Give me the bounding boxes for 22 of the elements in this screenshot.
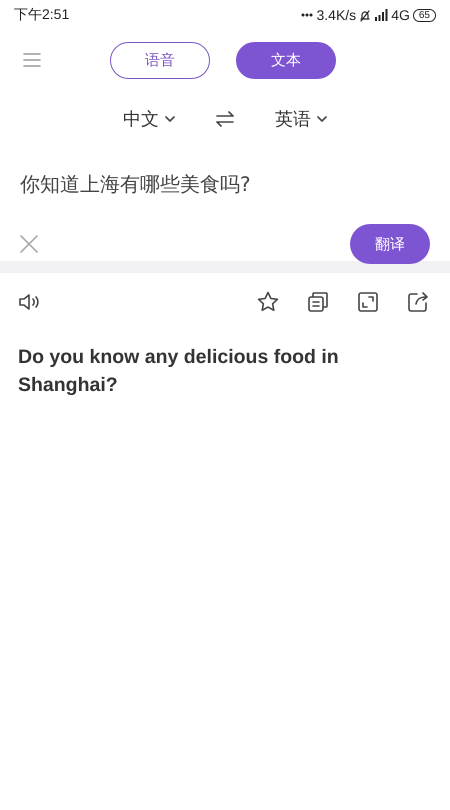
- status-time: 下午2:51: [14, 6, 70, 24]
- dots-icon: [301, 12, 314, 18]
- star-icon[interactable]: [257, 291, 279, 313]
- swap-icon[interactable]: [215, 111, 235, 127]
- source-language-dropdown[interactable]: 中文: [123, 107, 175, 131]
- translation-text: Do you know any delicious food in Shanghai?: [18, 345, 340, 398]
- copy-icon[interactable]: [307, 291, 329, 313]
- share-icon[interactable]: [407, 291, 429, 313]
- signal-icon: [374, 9, 388, 21]
- chevron-icon: [317, 116, 327, 122]
- network-speed: 3.4K/s: [316, 7, 356, 23]
- menu-icon[interactable]: [22, 51, 42, 69]
- mode-tab[interactable]: 语音: [110, 42, 210, 78]
- source-text-field[interactable]: 你知道上海有哪些美食吗?: [20, 170, 430, 198]
- fullscreen-icon[interactable]: [357, 291, 379, 313]
- chevron-icon: [165, 116, 175, 122]
- network-type: 4G: [391, 7, 410, 23]
- bell-muted-icon: [359, 8, 372, 22]
- translate-button[interactable]: 翻译: [350, 224, 430, 264]
- mode-tab[interactable]: 文本: [236, 42, 336, 78]
- target-language-dropdown[interactable]: 英语: [275, 107, 327, 131]
- battery-level: 65: [412, 8, 436, 22]
